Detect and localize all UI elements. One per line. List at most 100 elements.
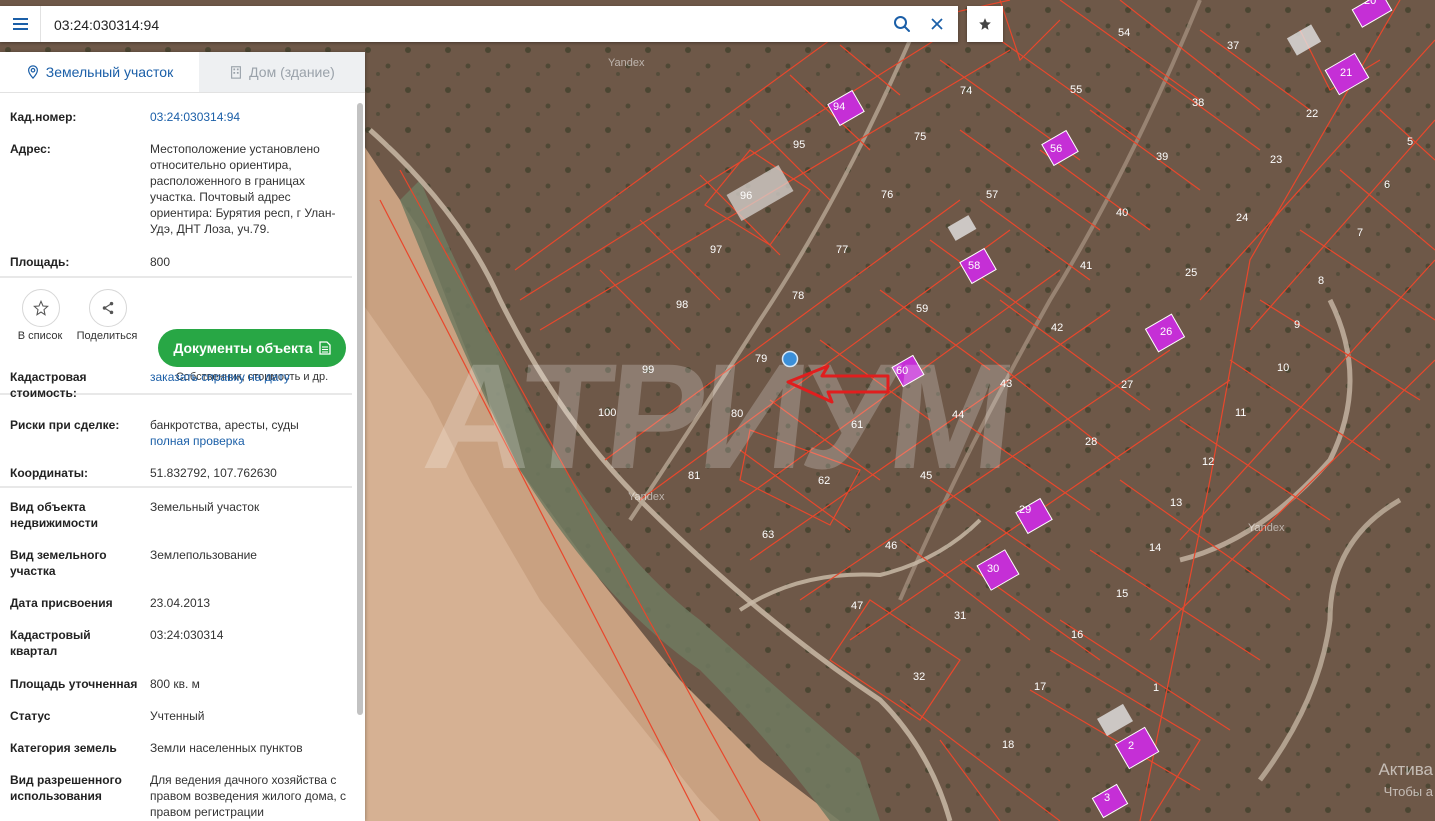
plot-number-39[interactable]: 39 bbox=[1156, 151, 1168, 163]
plot-number-29[interactable]: 29 bbox=[1019, 504, 1031, 516]
plot-number-6[interactable]: 6 bbox=[1384, 179, 1390, 191]
plot-number-32[interactable]: 32 bbox=[913, 671, 925, 683]
plot-number-22[interactable]: 22 bbox=[1306, 108, 1318, 120]
plot-number-75[interactable]: 75 bbox=[914, 131, 926, 143]
field-label: Категория земель bbox=[10, 741, 117, 755]
plot-number-11[interactable]: 11 bbox=[1235, 407, 1246, 419]
plot-number-17[interactable]: 17 bbox=[1034, 681, 1046, 693]
field-value: 23.04.2013 bbox=[150, 596, 211, 610]
add-to-list-button[interactable] bbox=[22, 289, 60, 327]
plot-number-62[interactable]: 62 bbox=[818, 475, 830, 487]
plot-number-95[interactable]: 95 bbox=[793, 139, 805, 151]
plot-number-41[interactable]: 41 bbox=[1080, 260, 1092, 272]
field-label: Статус bbox=[10, 709, 51, 723]
plot-number-25[interactable]: 25 bbox=[1185, 267, 1197, 279]
field-value: 800 bbox=[150, 255, 171, 269]
building-icon bbox=[231, 66, 242, 79]
plot-number-42[interactable]: 42 bbox=[1051, 322, 1063, 334]
plot-number-8[interactable]: 8 bbox=[1318, 275, 1324, 287]
panel-scrollbar[interactable] bbox=[357, 93, 363, 821]
plot-number-96[interactable]: 96 bbox=[740, 190, 752, 202]
plot-number-7[interactable]: 7 bbox=[1357, 227, 1363, 239]
plot-number-45[interactable]: 45 bbox=[920, 470, 932, 482]
plot-number-15[interactable]: 15 bbox=[1116, 588, 1128, 600]
star-outline-icon bbox=[33, 300, 49, 316]
plot-number-5[interactable]: 5 bbox=[1407, 136, 1413, 148]
plot-number-37[interactable]: 37 bbox=[1227, 40, 1239, 52]
plot-number-26[interactable]: 26 bbox=[1160, 326, 1172, 338]
plot-number-63[interactable]: 63 bbox=[762, 529, 774, 541]
plot-number-59[interactable]: 59 bbox=[916, 303, 928, 315]
plot-number-28[interactable]: 28 bbox=[1085, 436, 1097, 448]
panel-tabs: Земельный участок Дом (здание) bbox=[0, 52, 365, 93]
plot-number-76[interactable]: 76 bbox=[881, 189, 893, 201]
plot-number-56[interactable]: 56 bbox=[1050, 143, 1062, 155]
tab-land-plot[interactable]: Земельный участок bbox=[0, 52, 199, 92]
windows-activation-title: Актива bbox=[1378, 760, 1433, 779]
documents-button-label: Документы объекта bbox=[173, 340, 313, 356]
plot-number-99[interactable]: 99 bbox=[642, 364, 654, 376]
plot-number-100[interactable]: 100 bbox=[598, 407, 616, 419]
scrollbar-thumb[interactable] bbox=[357, 103, 363, 715]
plot-number-78[interactable]: 78 bbox=[792, 290, 804, 302]
plot-number-20[interactable]: 20 bbox=[1364, 0, 1376, 7]
plot-number-24[interactable]: 24 bbox=[1236, 212, 1248, 224]
field-label: Вид объекта недвижимости bbox=[10, 500, 98, 530]
plot-number-58[interactable]: 58 bbox=[968, 260, 980, 272]
plot-number-44[interactable]: 44 bbox=[952, 409, 964, 421]
plot-number-38[interactable]: 38 bbox=[1192, 97, 1204, 109]
cadastral-number-link[interactable]: 03:24:030314:94 bbox=[150, 109, 350, 125]
plot-number-2[interactable]: 2 bbox=[1128, 740, 1134, 752]
plot-number-77[interactable]: 77 bbox=[836, 244, 848, 256]
plot-number-61[interactable]: 61 bbox=[851, 419, 863, 431]
plot-number-10[interactable]: 10 bbox=[1277, 362, 1289, 374]
clear-search-button[interactable] bbox=[919, 6, 955, 42]
plot-number-55[interactable]: 55 bbox=[1070, 84, 1082, 96]
plot-number-3[interactable]: 3 bbox=[1104, 792, 1110, 804]
share-button[interactable] bbox=[89, 289, 127, 327]
plot-number-27[interactable]: 27 bbox=[1121, 379, 1133, 391]
plot-number-21[interactable]: 21 bbox=[1340, 67, 1352, 79]
plot-number-57[interactable]: 57 bbox=[986, 189, 998, 201]
plot-number-47[interactable]: 47 bbox=[851, 600, 863, 612]
plot-number-16[interactable]: 16 bbox=[1071, 629, 1083, 641]
full-check-link[interactable]: полная проверка bbox=[150, 433, 350, 449]
plot-number-80[interactable]: 80 bbox=[731, 408, 743, 420]
plot-number-81[interactable]: 81 bbox=[688, 470, 700, 482]
object-documents-button[interactable]: Документы объекта bbox=[158, 329, 346, 367]
search-bar bbox=[0, 6, 958, 44]
search-icon bbox=[894, 16, 910, 32]
plot-number-79[interactable]: 79 bbox=[755, 353, 767, 365]
plot-number-97[interactable]: 97 bbox=[710, 244, 722, 256]
yandex-label-3: Yandex bbox=[1248, 522, 1285, 534]
field-value: банкротства, аресты, суды bbox=[150, 418, 299, 432]
plot-number-46[interactable]: 46 bbox=[885, 540, 897, 552]
plot-number-40[interactable]: 40 bbox=[1116, 207, 1128, 219]
plot-number-31[interactable]: 31 bbox=[954, 610, 966, 622]
menu-button[interactable] bbox=[0, 6, 41, 42]
plot-number-1[interactable]: 1 bbox=[1153, 682, 1159, 694]
plot-number-23[interactable]: 23 bbox=[1270, 154, 1282, 166]
order-certificate-link[interactable]: заказать справку на дату bbox=[150, 369, 350, 385]
field-label: Координаты: bbox=[10, 466, 89, 480]
plot-number-14[interactable]: 14 bbox=[1149, 542, 1161, 554]
plot-number-12[interactable]: 12 bbox=[1202, 456, 1214, 468]
plot-number-13[interactable]: 13 bbox=[1170, 497, 1182, 509]
plot-number-43[interactable]: 43 bbox=[1000, 378, 1012, 390]
field-value: Земельный участок bbox=[150, 500, 260, 514]
plot-number-94[interactable]: 94 bbox=[833, 101, 845, 113]
plot-number-54[interactable]: 54 bbox=[1118, 27, 1130, 39]
favorites-button[interactable] bbox=[967, 6, 1003, 42]
plot-number-74[interactable]: 74 bbox=[960, 85, 972, 97]
plot-number-60[interactable]: 60 bbox=[896, 365, 908, 377]
field-value: 51.832792, 107.762630 bbox=[150, 466, 277, 480]
tab-building[interactable]: Дом (здание) bbox=[199, 52, 365, 92]
plot-number-98[interactable]: 98 bbox=[676, 299, 688, 311]
plot-number-9[interactable]: 9 bbox=[1294, 319, 1300, 331]
plot-number-30[interactable]: 30 bbox=[987, 563, 999, 575]
search-input[interactable] bbox=[52, 6, 876, 44]
search-button[interactable] bbox=[884, 6, 920, 42]
plot-number-18[interactable]: 18 bbox=[1002, 739, 1014, 751]
field-label: Кад.номер: bbox=[10, 110, 77, 124]
selected-location-marker[interactable] bbox=[781, 350, 799, 368]
